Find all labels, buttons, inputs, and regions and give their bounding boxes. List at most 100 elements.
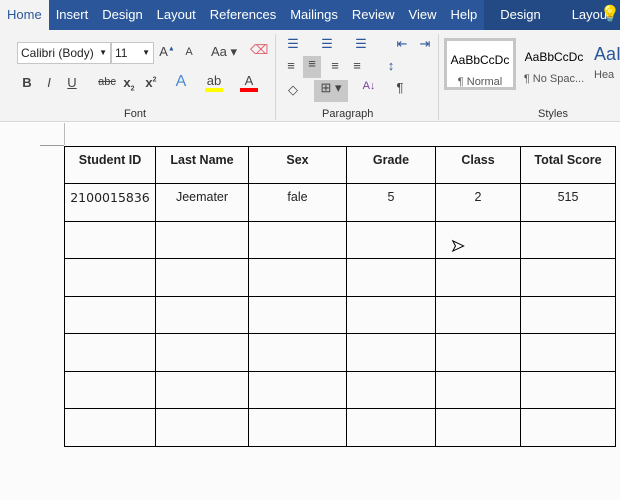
table-cell[interactable] bbox=[155, 370, 249, 409]
table-cell[interactable] bbox=[346, 220, 436, 259]
table-cell[interactable] bbox=[155, 333, 249, 372]
table-cell[interactable] bbox=[248, 220, 347, 259]
justify-icon[interactable]: ≡ bbox=[348, 58, 366, 73]
style-heading[interactable]: AaI Hea bbox=[594, 38, 620, 90]
table-cell[interactable] bbox=[64, 370, 156, 409]
tab-design[interactable]: Design bbox=[484, 0, 554, 30]
align-center-icon[interactable]: ≡ bbox=[303, 56, 321, 78]
style-name: ¶ No Spac... bbox=[523, 73, 585, 85]
table-cell[interactable]: 2 bbox=[435, 183, 521, 222]
column-header[interactable]: Last Name bbox=[155, 146, 249, 184]
bullets-icon[interactable]: ☰ bbox=[284, 36, 302, 52]
line-spacing-icon[interactable]: ↕ bbox=[382, 58, 400, 73]
font-color-icon[interactable]: A bbox=[240, 73, 258, 92]
sort-icon[interactable]: A↓ bbox=[360, 80, 378, 92]
underline-icon[interactable]: U bbox=[63, 75, 81, 90]
table-cell[interactable] bbox=[520, 220, 616, 259]
table-cell[interactable] bbox=[346, 408, 436, 447]
tab-mailings[interactable]: Mailings bbox=[283, 0, 345, 30]
font-name-select[interactable]: Calibri (Body) ▼ bbox=[17, 42, 111, 64]
align-left-icon[interactable]: ≡ bbox=[282, 58, 300, 73]
clear-formatting-icon[interactable]: ⌫ bbox=[250, 42, 268, 58]
increase-indent-icon[interactable]: ⇥ bbox=[416, 36, 434, 52]
table-cell[interactable] bbox=[248, 295, 347, 334]
table-cell[interactable] bbox=[346, 333, 436, 372]
strikethrough-icon[interactable]: abc bbox=[96, 76, 118, 88]
tab-view[interactable]: View bbox=[402, 0, 444, 30]
table-cell[interactable] bbox=[248, 408, 347, 447]
table-cell[interactable]: 515 bbox=[520, 183, 616, 222]
table-row bbox=[64, 408, 616, 447]
table-cell[interactable] bbox=[155, 295, 249, 334]
column-header[interactable]: Class bbox=[435, 146, 521, 184]
align-right-icon[interactable]: ≡ bbox=[326, 58, 344, 73]
divider bbox=[275, 34, 276, 120]
tab-references[interactable]: References bbox=[203, 0, 283, 30]
table-cell[interactable]: fale bbox=[248, 183, 347, 222]
style-no-spacing[interactable]: AaBbCcDc ¶ No Spac... bbox=[518, 38, 590, 90]
table-cell[interactable] bbox=[520, 295, 616, 334]
table-cell[interactable] bbox=[435, 370, 521, 409]
shading-icon[interactable]: ◇ bbox=[284, 82, 302, 98]
style-normal[interactable]: AaBbCcDc ¶ Normal bbox=[444, 38, 516, 90]
tab-design[interactable]: Design bbox=[95, 0, 149, 30]
table-cell[interactable] bbox=[64, 333, 156, 372]
table-cell[interactable] bbox=[520, 333, 616, 372]
tab-help[interactable]: Help bbox=[443, 0, 484, 30]
table-cell[interactable]: Jeemater bbox=[155, 183, 249, 222]
table-cell[interactable] bbox=[64, 295, 156, 334]
column-header[interactable]: Sex bbox=[248, 146, 347, 184]
table-cell[interactable] bbox=[346, 370, 436, 409]
text-effects-icon[interactable]: A bbox=[172, 73, 190, 91]
decrease-indent-icon[interactable]: ⇤ bbox=[393, 36, 411, 52]
student-table[interactable]: Student ID Last Name Sex Grade Class Total Sc… bbox=[64, 146, 616, 447]
superscript-icon[interactable]: x2 bbox=[142, 75, 160, 90]
table-cell[interactable] bbox=[64, 408, 156, 447]
table-cell[interactable] bbox=[155, 408, 249, 447]
grow-font-icon[interactable]: A▲ bbox=[158, 44, 176, 59]
table-cell[interactable]: 2100015836 bbox=[64, 183, 156, 222]
table-cell[interactable] bbox=[435, 220, 521, 259]
table-cell[interactable] bbox=[64, 258, 156, 297]
tab-home[interactable]: Home bbox=[0, 0, 49, 30]
table-cell[interactable] bbox=[155, 220, 249, 259]
table-cell[interactable] bbox=[520, 408, 616, 447]
multilevel-list-icon[interactable]: ☰ bbox=[352, 36, 370, 52]
numbering-icon[interactable]: ☰ bbox=[318, 36, 336, 52]
tell-me-icon[interactable]: 💡 bbox=[600, 4, 620, 24]
bold-icon[interactable]: B bbox=[18, 75, 36, 90]
change-case-icon[interactable]: Aa ▾ bbox=[210, 44, 238, 60]
margin-line bbox=[64, 123, 65, 145]
tab-review[interactable]: Review bbox=[345, 0, 402, 30]
table-row: 2100015836 Jeemater fale 5 2 515 bbox=[64, 183, 616, 222]
column-header[interactable]: Total Score bbox=[520, 146, 616, 184]
show-marks-icon[interactable]: ¶ bbox=[391, 80, 409, 95]
table-cell[interactable] bbox=[346, 295, 436, 334]
styles-group-label: Styles bbox=[538, 108, 568, 120]
highlight-icon[interactable]: ab bbox=[205, 73, 223, 92]
table-cell[interactable] bbox=[520, 370, 616, 409]
tab-layout[interactable]: Layout bbox=[150, 0, 203, 30]
table-cell[interactable] bbox=[248, 333, 347, 372]
table-row bbox=[64, 258, 616, 297]
column-header[interactable]: Grade bbox=[346, 146, 436, 184]
table-cell[interactable] bbox=[435, 258, 521, 297]
table-cell[interactable]: 5 bbox=[346, 183, 436, 222]
table-cell[interactable] bbox=[155, 258, 249, 297]
table-cell[interactable] bbox=[435, 295, 521, 334]
table-cell[interactable] bbox=[435, 408, 521, 447]
italic-icon[interactable]: I bbox=[40, 75, 58, 90]
table-cell[interactable] bbox=[346, 258, 436, 297]
subscript-icon[interactable]: x2 bbox=[120, 75, 138, 93]
table-cell[interactable] bbox=[520, 258, 616, 297]
font-size-select[interactable]: 11 ▼ bbox=[111, 42, 154, 64]
tab-insert[interactable]: Insert bbox=[49, 0, 96, 30]
table-cell[interactable] bbox=[64, 220, 156, 259]
table-row bbox=[64, 370, 616, 409]
shrink-font-icon[interactable]: A bbox=[180, 46, 198, 58]
table-cell[interactable] bbox=[248, 258, 347, 297]
table-cell[interactable] bbox=[435, 333, 521, 372]
column-header[interactable]: Student ID bbox=[64, 146, 156, 184]
borders-icon[interactable]: ⊞ ▾ bbox=[314, 80, 348, 102]
table-cell[interactable] bbox=[248, 370, 347, 409]
